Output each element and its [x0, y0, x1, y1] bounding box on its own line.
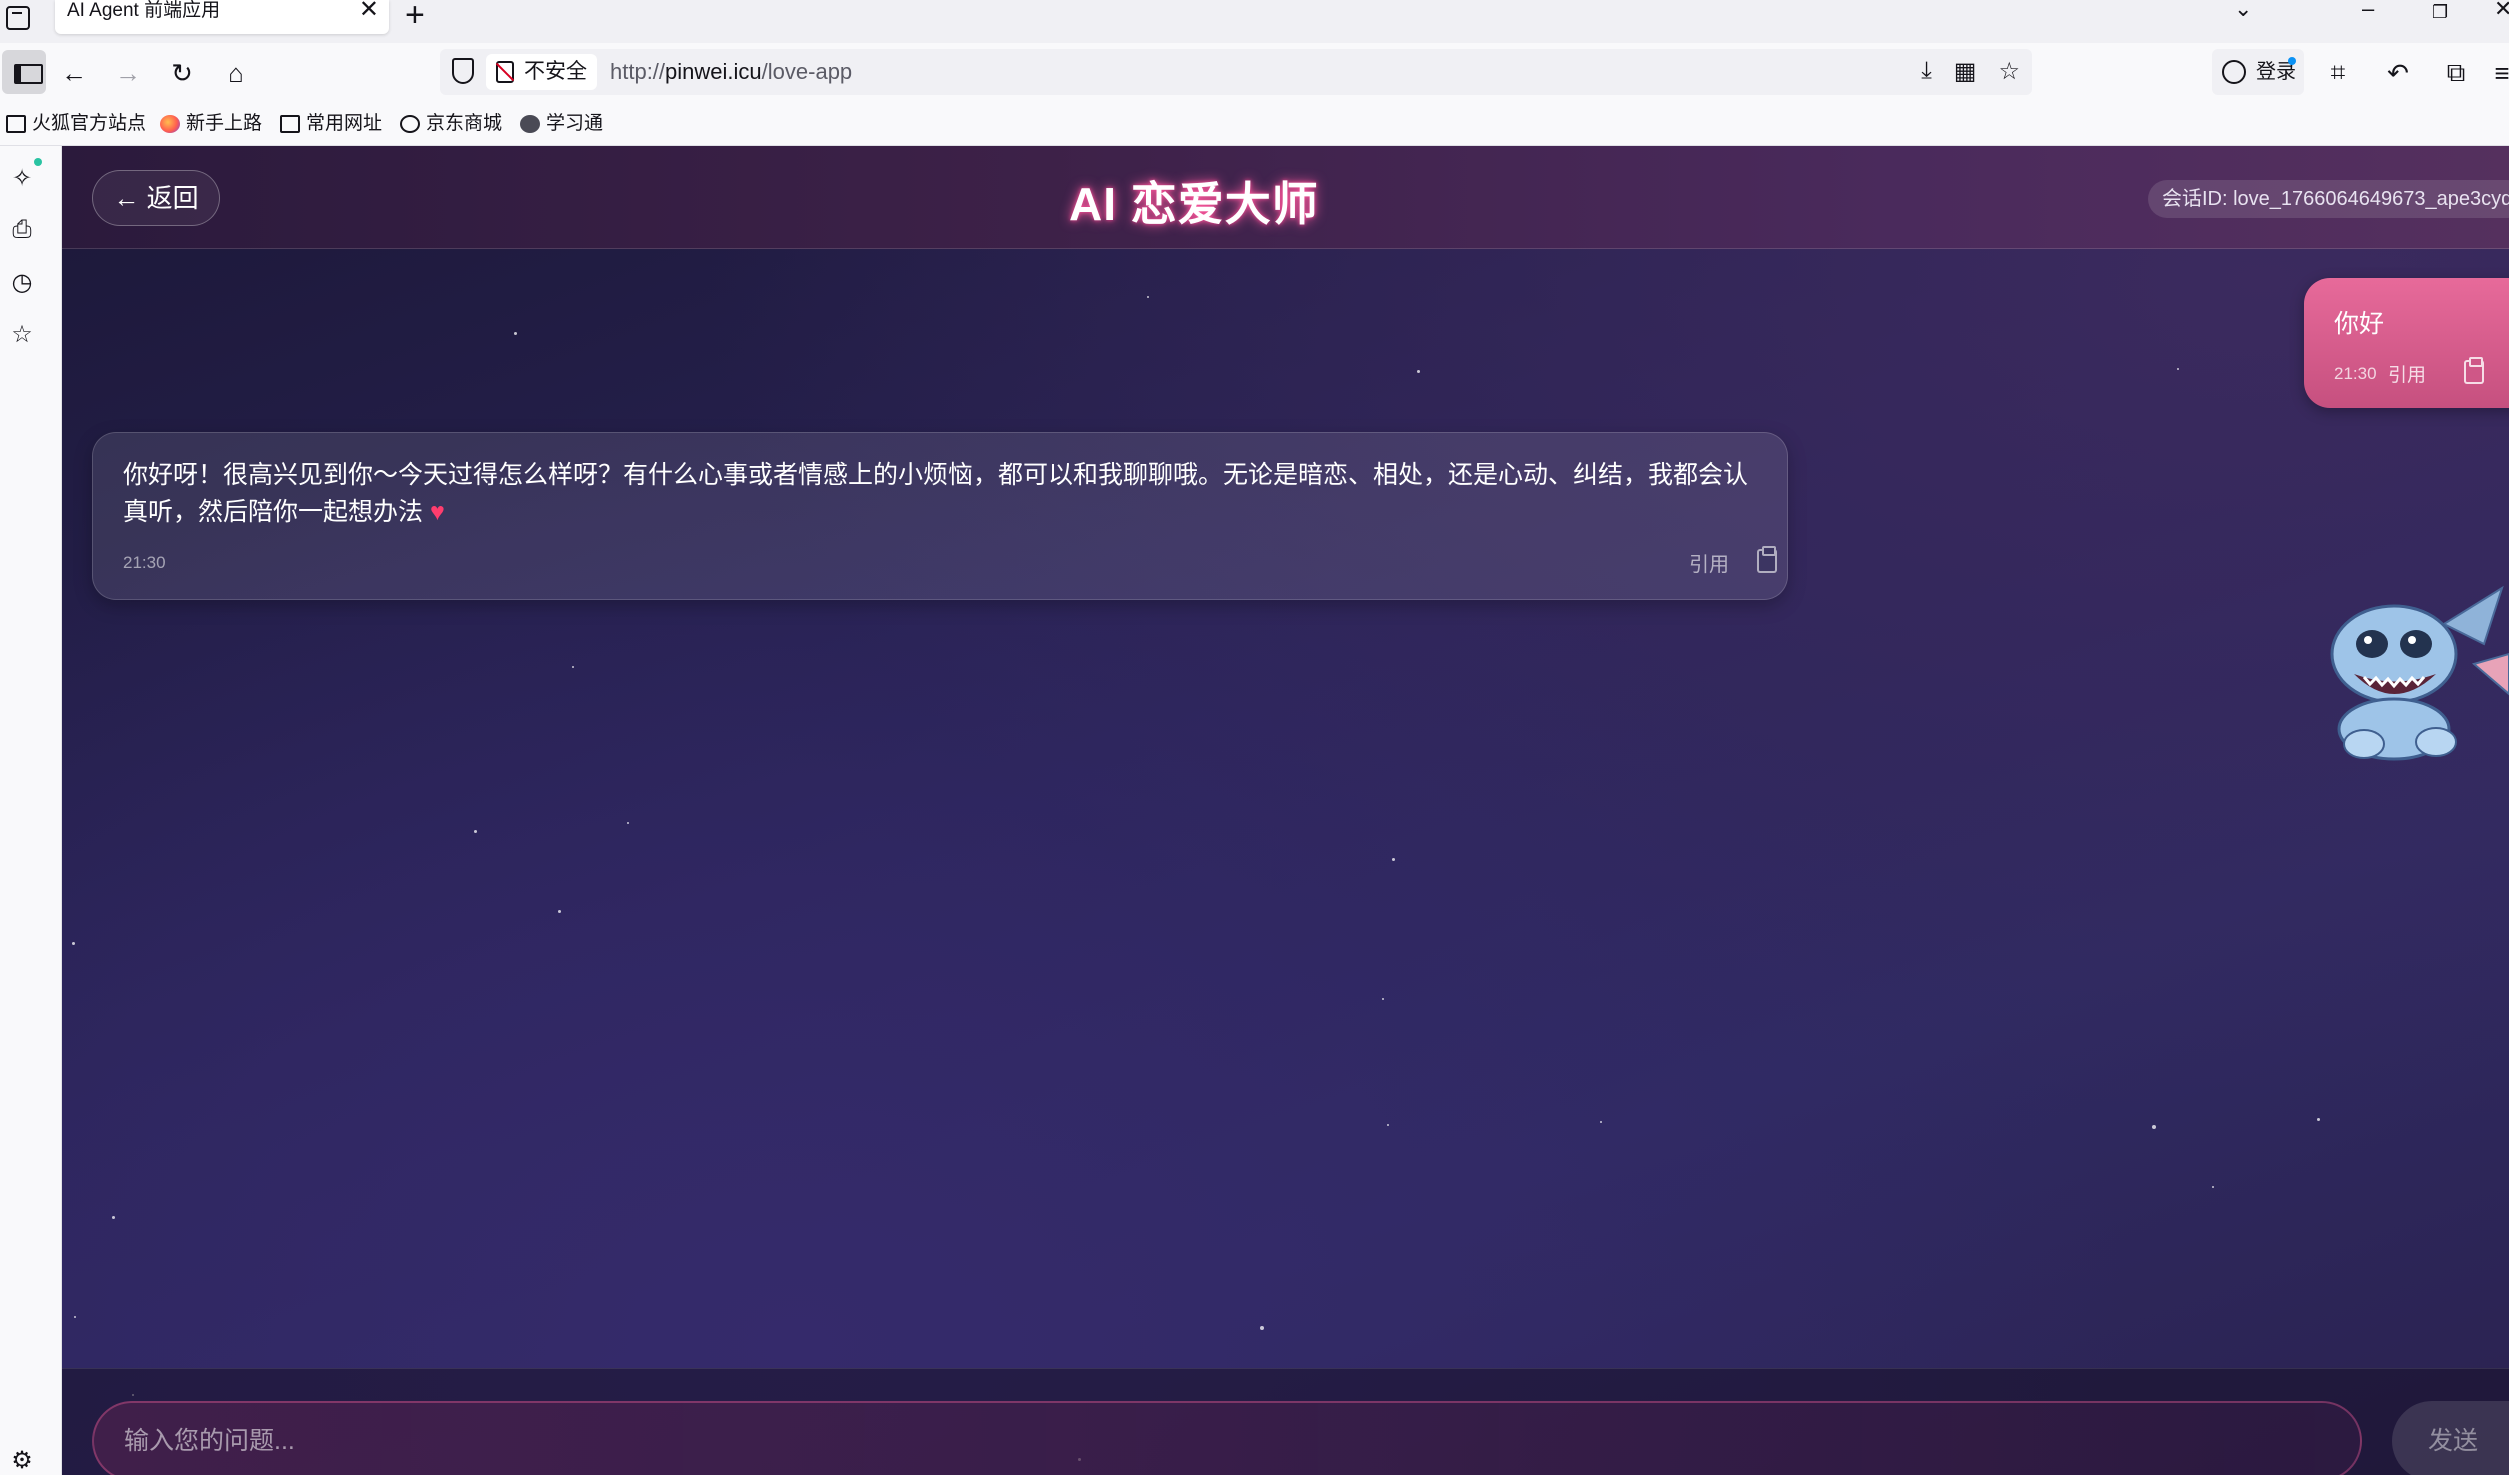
bookmark-item[interactable]: 新手上路 [160, 111, 262, 137]
quote-button[interactable]: 引用 [1689, 548, 1729, 577]
bookmark-label: 新手上路 [186, 113, 263, 134]
folder-icon [280, 115, 300, 133]
back-arrow-icon[interactable]: ← [56, 55, 92, 91]
star [2317, 1118, 2320, 1121]
extensions-icon[interactable]: ⧉ [2438, 55, 2474, 91]
xuexitong-icon [520, 115, 540, 133]
account-icon [2222, 60, 2246, 84]
star [72, 942, 75, 945]
star [474, 830, 477, 833]
bookmark-item[interactable]: 京东商城 [400, 111, 502, 137]
reload-icon[interactable]: ↻ [164, 55, 200, 91]
star [1260, 1326, 1264, 1330]
message-time: 21:30 [123, 553, 166, 572]
bookmark-label: 京东商城 [426, 113, 503, 134]
login-button[interactable]: 登录 [2212, 49, 2304, 95]
tab-title: AI Agent 前端应用 [67, 0, 221, 21]
browser-sidebar: ✧ ⎙ ◷ ☆ ⚙ [0, 146, 62, 1475]
star [1387, 1124, 1389, 1126]
ai-chatbot-icon[interactable]: ✧ [8, 164, 36, 192]
insecure-label: 不安全 [524, 60, 587, 83]
star [572, 666, 574, 668]
star [1147, 296, 1149, 298]
new-tab-icon[interactable]: + [405, 0, 425, 35]
star [2152, 1125, 2156, 1129]
star [514, 332, 517, 335]
send-button[interactable]: 发送 [2392, 1401, 2509, 1475]
bookmark-star-icon[interactable]: ☆ [1998, 57, 2020, 86]
minimize-icon[interactable]: – [2362, 0, 2374, 22]
bookmarks-star-icon[interactable]: ☆ [8, 320, 36, 348]
star [627, 822, 629, 824]
star [1392, 858, 1395, 861]
folder-icon [6, 115, 26, 133]
notification-dot [34, 158, 42, 166]
globe-icon [400, 115, 420, 133]
app-header: ← 返回 AI 恋爱大师 会话ID: love_1766064649673_ap… [62, 146, 2509, 249]
restore-icon[interactable]: ❐ [2432, 2, 2448, 23]
qr-code-icon[interactable]: ▦ [1954, 57, 1977, 86]
message-text: 你好 [2334, 310, 2385, 338]
heart-emoji: ♥ [429, 498, 445, 526]
star [74, 1316, 76, 1318]
star [2177, 368, 2179, 370]
history-icon[interactable]: ◷ [8, 268, 36, 296]
notification-dot [2288, 57, 2296, 65]
star [1600, 1121, 1602, 1123]
star [1382, 998, 1384, 1000]
menu-icon[interactable]: ≡ [2484, 55, 2509, 91]
window-close-icon[interactable]: ✕ [2494, 0, 2509, 22]
message-text: 你好呀！很高兴见到你～今天过得怎么样呀？有什么心事或者情感上的小烦恼，都可以和我… [123, 457, 1763, 531]
tab-bar: AI Agent 前端应用 ✕ + ⌄ – ❐ ✕ [0, 0, 2509, 43]
tab-overflow-chevron-icon[interactable]: ⌄ [2234, 0, 2252, 22]
save-page-icon[interactable]: ⤓ [1921, 57, 1932, 86]
insecure-lock-icon [496, 61, 514, 83]
url-path: /love-app [761, 59, 853, 84]
home-icon[interactable]: ⌂ [218, 55, 254, 91]
sidebar-toggle-icon[interactable] [2, 50, 46, 94]
love-app-page: ← 返回 AI 恋爱大师 会话ID: love_1766064649673_ap… [62, 146, 2509, 1475]
bookmark-item[interactable]: 火狐官方站点 [6, 111, 146, 137]
quote-button[interactable]: 引用 [2388, 360, 2426, 387]
bookmark-item[interactable]: 学习通 [520, 111, 603, 137]
url-host: pinwei.icu [665, 59, 762, 84]
navigation-bar: ← → ↻ ⌂ 不安全 http://pinwei.icu/love-app ⤓… [0, 43, 2509, 103]
firefox-icon [160, 115, 180, 133]
synced-tabs-icon[interactable]: ⎙ [8, 216, 36, 244]
star [112, 1216, 115, 1219]
session-id-badge: 会话ID: love_1766064649673_ape3cyd [2148, 180, 2509, 218]
copy-icon[interactable] [2464, 357, 2484, 384]
message-body: 你好呀！很高兴见到你～今天过得怎么样呀？有什么心事或者情感上的小烦恼，都可以和我… [123, 461, 1749, 526]
page-title: AI 恋爱大师 [1069, 178, 1319, 230]
star [558, 910, 561, 913]
star [2212, 1186, 2214, 1188]
stitch-mascot-image [2330, 585, 2509, 761]
undo-icon[interactable]: ↶ [2380, 55, 2416, 91]
question-input[interactable] [92, 1401, 2362, 1475]
star [1417, 370, 1420, 373]
message-time: 21:30 [2334, 364, 2377, 383]
back-button[interactable]: ← 返回 [92, 170, 220, 226]
assistant-message-bubble: 你好呀！很高兴见到你～今天过得怎么样呀？有什么心事或者情感上的小烦恼，都可以和我… [92, 432, 1788, 600]
bookmark-label: 学习通 [546, 113, 604, 134]
copy-icon[interactable] [1757, 546, 1777, 573]
user-message-bubble: 你好 21:30 引用 [2304, 278, 2509, 408]
url-scheme: http:// [610, 59, 666, 84]
forward-arrow-icon[interactable]: → [110, 55, 146, 91]
bookmark-label: 常用网址 [306, 113, 383, 134]
screenshot-icon[interactable]: ⌗ [2320, 55, 2356, 91]
settings-gear-icon[interactable]: ⚙ [8, 1446, 36, 1474]
url-text[interactable]: http://pinwei.icu/love-app [610, 49, 852, 95]
insecure-indicator[interactable]: 不安全 [486, 54, 597, 90]
url-bar[interactable]: 不安全 http://pinwei.icu/love-app ⤓ ▦ ☆ [440, 49, 2032, 95]
shield-icon[interactable] [452, 58, 474, 84]
bookmark-item[interactable]: 常用网址 [280, 111, 382, 137]
bookmarks-bar: 火狐官方站点 新手上路 常用网址 京东商城 学习通 [0, 103, 2509, 146]
tab-close-icon[interactable]: ✕ [359, 0, 379, 22]
composer-area: 发送 [62, 1368, 2509, 1475]
tab-list-icon[interactable] [6, 6, 30, 30]
browser-tab[interactable]: AI Agent 前端应用 ✕ [55, 0, 389, 34]
bookmark-label: 火狐官方站点 [32, 113, 147, 134]
